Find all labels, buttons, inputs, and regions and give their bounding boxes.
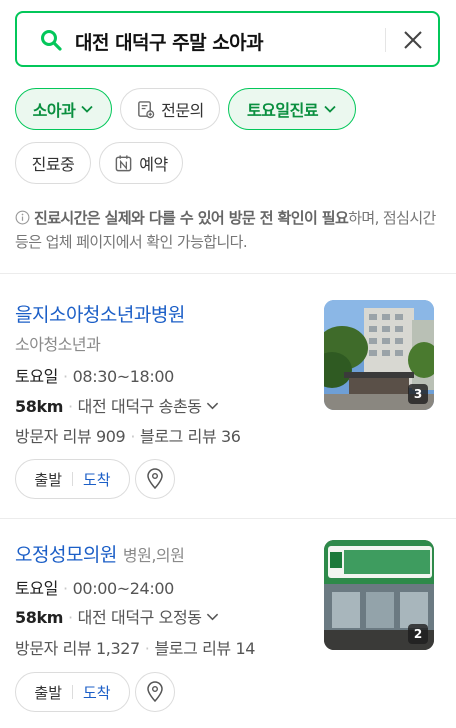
- place-photo[interactable]: 2: [324, 540, 434, 650]
- map-pin-button[interactable]: [135, 459, 175, 499]
- chevron-down-icon: [206, 613, 218, 621]
- hours-day: 토요일: [15, 579, 58, 598]
- arrive-button[interactable]: 도착: [83, 469, 111, 490]
- filter-label: 진료중: [31, 155, 75, 174]
- distance: 58km: [15, 397, 63, 416]
- address: 대전 대덕구 송촌동: [77, 397, 202, 416]
- info-icon: [15, 210, 30, 225]
- divider: [0, 273, 456, 274]
- chevron-down-icon: [206, 402, 218, 410]
- business-hours: 토요일 · 00:00~24:00: [15, 579, 175, 598]
- photo-count-badge: 2: [408, 624, 428, 644]
- place-name[interactable]: 오정성모의원: [15, 544, 117, 566]
- search-input[interactable]: 대전 대덕구 주말 소아과: [75, 28, 264, 55]
- search-divider: [385, 28, 386, 52]
- filter-saturday[interactable]: 토요일진료: [228, 88, 356, 130]
- blog-reviews[interactable]: 블로그 리뷰 14: [154, 639, 255, 658]
- map-pin-icon: [147, 468, 163, 490]
- place-name[interactable]: 을지소아청소년과병원: [15, 300, 185, 327]
- search-icon: [41, 30, 62, 51]
- place-photo[interactable]: 3: [324, 300, 434, 410]
- filter-label: 토요일진료: [246, 101, 319, 120]
- visitor-reviews[interactable]: 방문자 리뷰 909: [15, 427, 126, 446]
- divider: [0, 518, 456, 519]
- place-category: 소아청소년과: [15, 335, 101, 354]
- route-button[interactable]: 출발 도착: [15, 672, 130, 712]
- route-button[interactable]: 출발 도착: [15, 459, 130, 499]
- search-box[interactable]: 대전 대덕구 주말 소아과: [15, 11, 440, 67]
- start-button[interactable]: 출발: [34, 469, 62, 490]
- filter-label: 예약: [139, 155, 168, 174]
- document-icon: [138, 100, 155, 118]
- start-button[interactable]: 출발: [34, 682, 62, 703]
- map-pin-icon: [147, 681, 163, 703]
- hours-notice: 진료시간은 실제와 다를 수 있어 방문 전 확인이 필요하며, 점심시간 등은…: [15, 206, 440, 254]
- hours-day: 토요일: [15, 367, 58, 386]
- hours-range: 00:00~24:00: [72, 579, 175, 598]
- close-icon[interactable]: [401, 28, 425, 52]
- chevron-down-icon: [324, 105, 336, 113]
- review-counts: 방문자 리뷰 1,327 · 블로그 리뷰 14: [15, 639, 256, 658]
- map-pin-button[interactable]: [135, 672, 175, 712]
- arrive-button[interactable]: 도착: [83, 682, 111, 703]
- business-hours: 토요일 · 08:30~18:00: [15, 367, 175, 386]
- place-location[interactable]: 58km · 대전 대덕구 오정동: [15, 604, 219, 628]
- blog-reviews[interactable]: 블로그 리뷰 36: [140, 427, 241, 446]
- hours-range: 08:30~18:00: [72, 367, 175, 386]
- distance: 58km: [15, 608, 63, 627]
- filter-pediatrics[interactable]: 소아과: [15, 88, 112, 130]
- place-category: 병원,의원: [122, 546, 185, 565]
- photo-count-badge: 3: [408, 384, 428, 404]
- filter-reservation[interactable]: 예약: [99, 142, 183, 184]
- review-counts: 방문자 리뷰 909 · 블로그 리뷰 36: [15, 427, 241, 446]
- place-location[interactable]: 58km · 대전 대덕구 송촌동: [15, 393, 219, 417]
- place-name-row: 오정성모의원 병원,의원: [15, 540, 185, 567]
- notice-bold-text: 진료시간은 실제와 다를 수 있어 방문 전 확인이 필요: [34, 209, 349, 227]
- chevron-down-icon: [81, 105, 93, 113]
- filter-label: 소아과: [32, 101, 76, 120]
- filter-open-now[interactable]: 진료중: [15, 142, 91, 184]
- calendar-icon: [115, 154, 132, 171]
- visitor-reviews[interactable]: 방문자 리뷰 1,327: [15, 639, 140, 658]
- filter-label: 전문의: [161, 101, 204, 120]
- filter-specialist[interactable]: 전문의: [120, 88, 220, 130]
- address: 대전 대덕구 오정동: [77, 608, 202, 627]
